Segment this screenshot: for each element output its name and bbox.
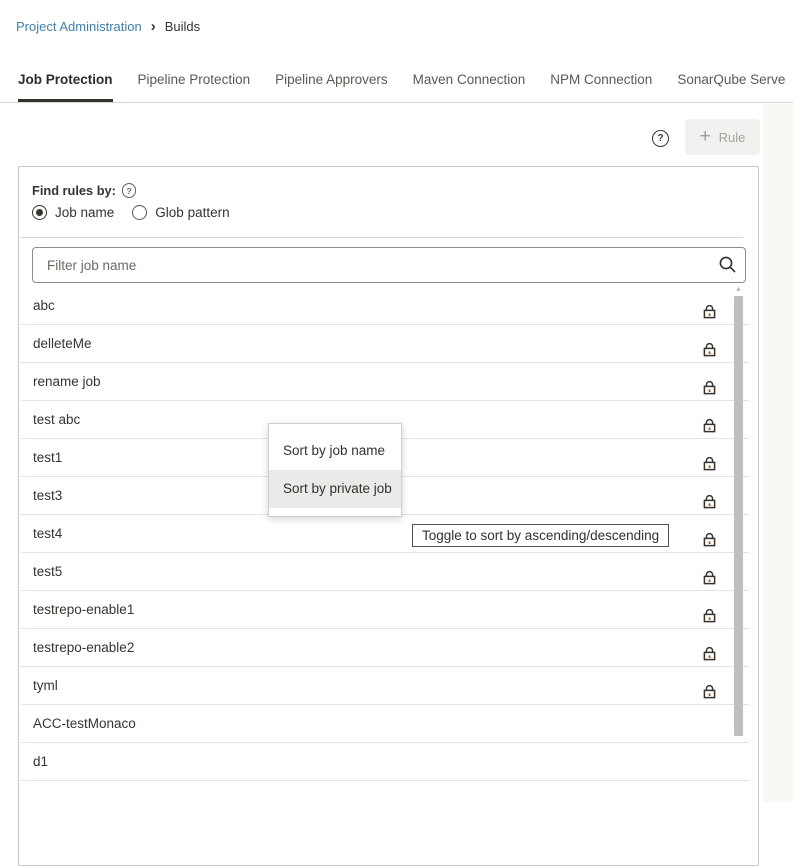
add-rule-label: Rule xyxy=(719,130,746,145)
lock-icon xyxy=(701,449,718,466)
lock-icon xyxy=(701,525,718,542)
radio-label: Job name xyxy=(55,205,114,220)
menu-item-sort-by-private-job[interactable]: Sort by private job xyxy=(269,470,401,508)
filter-field-wrap xyxy=(32,247,746,283)
job-row-testrepo-enable2[interactable]: testrepo-enable2 xyxy=(21,629,749,667)
lock-icon xyxy=(701,601,718,618)
job-name: test4 xyxy=(33,526,62,541)
job-row-acc-testmonaco[interactable]: ACC-testMonaco xyxy=(21,705,749,743)
breadcrumb-link-project-administration[interactable]: Project Administration xyxy=(16,19,142,34)
breadcrumb: Project Administration › Builds xyxy=(16,18,200,34)
job-row-delleteme[interactable]: delleteMe xyxy=(21,325,749,363)
radio-unselected-icon xyxy=(132,205,147,220)
lock-icon xyxy=(701,411,718,428)
lock-icon xyxy=(701,373,718,390)
job-row-d1[interactable]: d1 xyxy=(21,743,749,781)
tab-bar: Job Protection Pipeline Protection Pipelin… xyxy=(0,59,793,103)
job-row-tyml[interactable]: tyml xyxy=(21,667,749,705)
filter-job-name-input[interactable] xyxy=(32,247,746,283)
job-name: ACC-testMonaco xyxy=(33,716,136,731)
lock-icon xyxy=(701,297,718,314)
radio-group: Job name Glob pattern xyxy=(32,205,230,220)
tab-npm-connection[interactable]: NPM Connection xyxy=(550,59,652,102)
tab-maven-connection[interactable]: Maven Connection xyxy=(413,59,526,102)
job-name: delleteMe xyxy=(33,336,92,351)
tab-job-protection[interactable]: Job Protection xyxy=(18,59,113,102)
add-rule-button[interactable]: + Rule xyxy=(685,119,760,155)
job-row-abc[interactable]: abc xyxy=(21,287,749,325)
sort-context-menu: Sort by job nameSort by private job xyxy=(268,423,402,517)
job-row-testrepo-enable1[interactable]: testrepo-enable1 xyxy=(21,591,749,629)
sort-tooltip: Toggle to sort by ascending/descending xyxy=(412,524,669,547)
help-icon[interactable]: ? xyxy=(652,130,669,147)
lock-icon xyxy=(701,563,718,580)
lock-icon xyxy=(701,487,718,504)
chevron-right-icon: › xyxy=(151,18,156,34)
radio-label: Glob pattern xyxy=(155,205,229,220)
scrollbar-thumb[interactable] xyxy=(734,296,743,736)
tab-pipeline-protection[interactable]: Pipeline Protection xyxy=(138,59,251,102)
find-rules-label: Find rules by: xyxy=(32,183,116,198)
menu-item-sort-by-job-name[interactable]: Sort by job name xyxy=(269,432,401,470)
job-name: testrepo-enable2 xyxy=(33,640,134,655)
job-name: test1 xyxy=(33,450,62,465)
find-rules-row: Find rules by: ? xyxy=(32,183,136,198)
lock-icon xyxy=(701,639,718,656)
plus-icon: + xyxy=(700,127,711,146)
radio-selected-icon xyxy=(32,205,47,220)
job-name: test3 xyxy=(33,488,62,503)
job-name: d1 xyxy=(33,754,48,769)
search-icon[interactable] xyxy=(718,255,737,274)
lock-icon xyxy=(701,335,718,352)
page-gutter xyxy=(763,104,793,802)
find-rules-help-icon[interactable]: ? xyxy=(122,183,137,198)
job-name: tyml xyxy=(33,678,58,693)
tab-pipeline-approvers[interactable]: Pipeline Approvers xyxy=(275,59,388,102)
divider xyxy=(21,237,743,238)
radio-job-name[interactable]: Job name xyxy=(32,205,114,220)
job-row-rename-job[interactable]: rename job xyxy=(21,363,749,401)
job-name: testrepo-enable1 xyxy=(33,602,134,617)
job-name: test abc xyxy=(33,412,80,427)
list-scrollbar[interactable]: ▲ xyxy=(733,285,744,865)
job-name: abc xyxy=(33,298,55,313)
scroll-up-arrow-icon[interactable]: ▲ xyxy=(733,285,744,295)
job-row-test5[interactable]: test5 xyxy=(21,553,749,591)
job-name: rename job xyxy=(33,374,101,389)
job-name: test5 xyxy=(33,564,62,579)
lock-icon xyxy=(701,677,718,694)
breadcrumb-current-builds: Builds xyxy=(165,19,200,34)
radio-glob-pattern[interactable]: Glob pattern xyxy=(132,205,229,220)
tab-sonarqube-serve[interactable]: SonarQube Serve xyxy=(677,59,785,102)
